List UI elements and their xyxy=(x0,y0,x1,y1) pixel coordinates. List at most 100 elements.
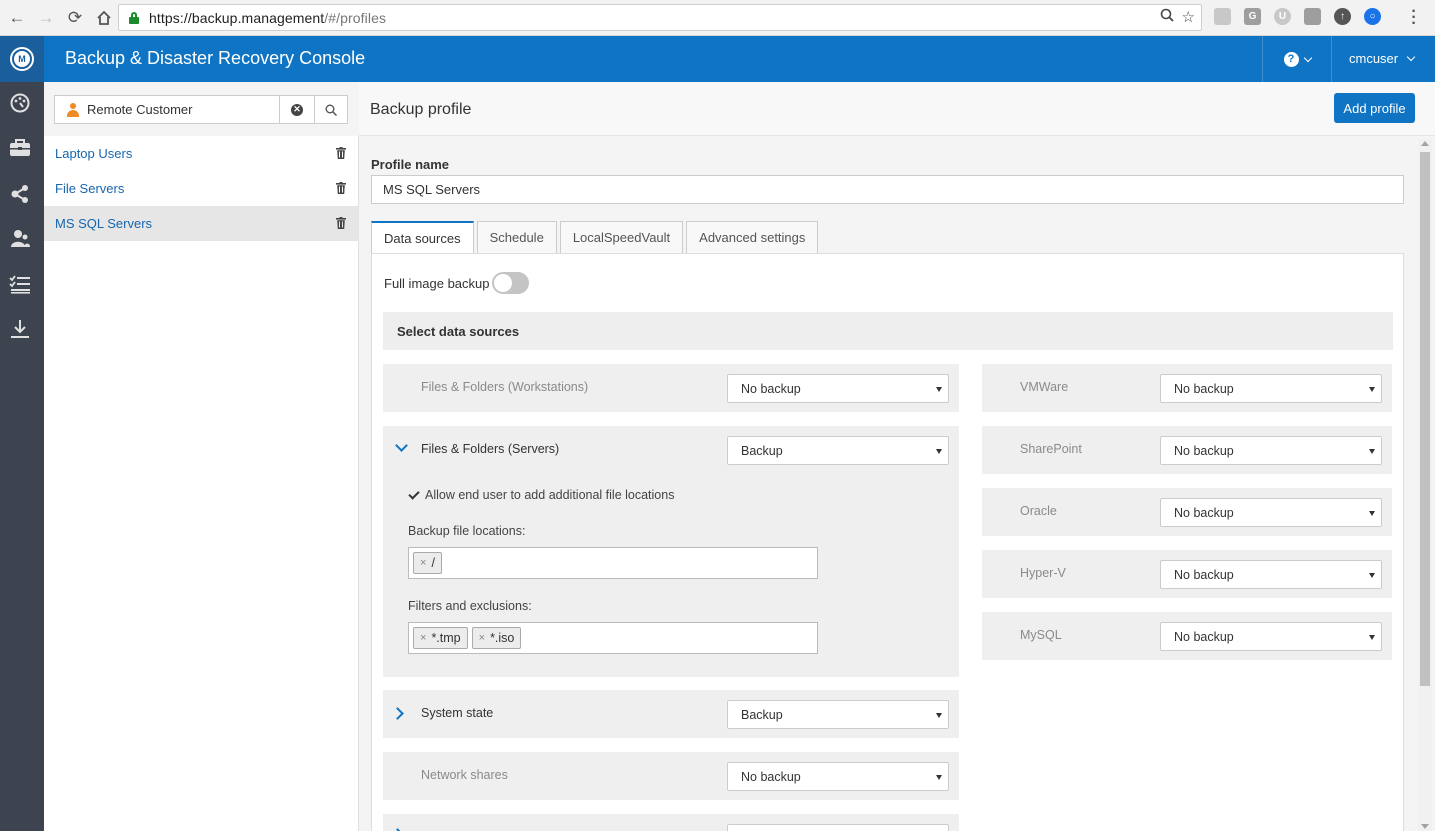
download-icon[interactable] xyxy=(9,318,31,340)
clear-button[interactable]: ✕ xyxy=(279,95,315,124)
location-tag: × / xyxy=(413,552,442,574)
person-icon xyxy=(67,102,79,117)
dashboard-icon[interactable] xyxy=(9,92,31,114)
filter-tag: × *.tmp xyxy=(413,627,468,649)
chevron-down-icon[interactable] xyxy=(395,439,408,452)
app-title: Backup & Disaster Recovery Console xyxy=(65,48,366,68)
forward-icon[interactable]: → xyxy=(33,5,59,31)
browser-menu-icon[interactable]: · · · xyxy=(1410,4,1418,32)
allow-end-user-label: Allow end user to add additional file lo… xyxy=(425,488,675,502)
extension-shield-icon[interactable] xyxy=(1304,8,1321,25)
profile-item[interactable]: File Servers xyxy=(44,171,359,206)
data-source-name: Network shares xyxy=(421,768,508,782)
select-value: Backup xyxy=(741,443,783,458)
chevron-down-icon xyxy=(1406,52,1416,62)
reload-icon[interactable]: ⟳ xyxy=(62,5,88,31)
bookmark-star-icon[interactable]: ☆ xyxy=(1182,8,1195,26)
select-value: No backup xyxy=(1174,505,1234,520)
file-locations-input[interactable]: × / xyxy=(408,547,818,579)
lock-icon xyxy=(129,11,139,24)
remove-tag-icon[interactable]: × xyxy=(420,557,426,569)
search-button[interactable] xyxy=(314,95,348,124)
backup-select[interactable]: No backup xyxy=(727,762,949,791)
backup-select[interactable]: No backup xyxy=(1160,560,1382,589)
add-profile-button[interactable]: Add profile xyxy=(1334,93,1415,123)
remove-tag-icon[interactable]: × xyxy=(420,632,426,644)
tab-localspeedvault[interactable]: LocalSpeedVault xyxy=(559,221,684,254)
data-source-name: VMWare xyxy=(1020,380,1069,394)
backup-select[interactable]: No backup xyxy=(1160,374,1382,403)
backup-select[interactable]: No backup xyxy=(1160,498,1382,527)
select-value: No backup xyxy=(1174,567,1234,582)
tab-advanced-settings[interactable]: Advanced settings xyxy=(686,221,819,254)
scroll-down-icon[interactable] xyxy=(1421,824,1429,829)
extension-upload-icon[interactable]: ↑ xyxy=(1334,8,1351,25)
data-source-name: MySQL xyxy=(1020,628,1062,642)
share-icon[interactable] xyxy=(9,183,31,205)
caret-down-icon xyxy=(1369,635,1375,640)
scroll-up-icon[interactable] xyxy=(1421,141,1429,146)
tab-schedule[interactable]: Schedule xyxy=(476,221,557,254)
caret-down-icon xyxy=(936,713,942,718)
tab-bar: Data sources Schedule LocalSpeedVault Ad… xyxy=(371,221,821,254)
tag-text: *.iso xyxy=(490,631,515,645)
home-icon[interactable] xyxy=(91,5,117,31)
trash-icon[interactable] xyxy=(336,182,346,194)
data-source-name: System state xyxy=(421,706,494,720)
trash-icon[interactable] xyxy=(336,147,346,159)
back-icon[interactable]: ← xyxy=(4,5,30,31)
chevron-right-icon[interactable] xyxy=(391,707,404,720)
backup-select[interactable]: No backup xyxy=(1160,622,1382,651)
backup-select[interactable]: No backup xyxy=(1160,436,1382,465)
address-bar[interactable]: https://backup.management/#/profiles ☆ xyxy=(118,4,1202,31)
customer-input[interactable]: Remote Customer xyxy=(54,95,280,124)
backup-select[interactable] xyxy=(727,824,949,831)
data-source-row: SharePoint No backup xyxy=(982,426,1392,474)
profiles-panel: Remote Customer ✕ Laptop Users File Serv… xyxy=(44,82,359,831)
briefcase-icon[interactable] xyxy=(9,137,31,159)
app-header: M Backup & Disaster Recovery Console ? c… xyxy=(0,36,1435,82)
caret-down-icon xyxy=(1369,449,1375,454)
users-icon[interactable] xyxy=(9,227,31,249)
checklist-icon[interactable] xyxy=(9,273,31,295)
data-source-row: VMWare No backup xyxy=(982,364,1392,412)
profile-name-input[interactable]: MS SQL Servers xyxy=(371,175,1404,204)
extension-table-icon[interactable] xyxy=(1214,8,1231,25)
data-source-row: Network shares No backup xyxy=(383,752,959,800)
data-source-row-partial xyxy=(383,814,959,831)
remove-tag-icon[interactable]: × xyxy=(479,632,485,644)
filters-label: Filters and exclusions: xyxy=(408,599,532,613)
profile-item-active[interactable]: MS SQL Servers xyxy=(44,206,359,241)
extension-circle-icon[interactable]: ○ xyxy=(1364,8,1381,25)
scrollbar[interactable] xyxy=(1418,139,1432,831)
allow-end-user-checkbox[interactable]: Allow end user to add additional file lo… xyxy=(408,488,674,502)
search-icon xyxy=(325,104,337,116)
full-image-label: Full image backup xyxy=(384,276,490,291)
help-menu-button[interactable]: ? xyxy=(1262,36,1332,82)
data-source-row: MySQL No backup xyxy=(982,612,1392,660)
tab-data-sources[interactable]: Data sources xyxy=(371,221,474,254)
scrollbar-thumb[interactable] xyxy=(1420,152,1430,686)
filters-input[interactable]: × *.tmp × *.iso xyxy=(408,622,818,654)
profile-item[interactable]: Laptop Users xyxy=(44,136,359,171)
logo[interactable]: M xyxy=(0,36,44,82)
browser-toolbar: ← → ⟳ https://backup.management/#/profil… xyxy=(0,0,1435,36)
customer-value: Remote Customer xyxy=(87,102,193,117)
caret-down-icon xyxy=(936,449,942,454)
backup-select[interactable]: Backup xyxy=(727,700,949,729)
extension-u-icon[interactable]: U xyxy=(1274,8,1291,25)
full-image-toggle[interactable] xyxy=(492,272,529,294)
help-icon: ? xyxy=(1283,51,1299,67)
user-menu-button[interactable]: cmcuser xyxy=(1349,51,1416,66)
data-source-name: SharePoint xyxy=(1020,442,1082,456)
extension-g-icon[interactable]: G xyxy=(1244,8,1261,25)
select-value: No backup xyxy=(1174,443,1234,458)
data-source-row: Oracle No backup xyxy=(982,488,1392,536)
backup-select[interactable]: No backup xyxy=(727,374,949,403)
url-path: /#/profiles xyxy=(324,9,387,26)
backup-select[interactable]: Backup xyxy=(727,436,949,465)
zoom-icon[interactable] xyxy=(1160,8,1174,26)
user-name: cmcuser xyxy=(1349,51,1399,66)
trash-icon[interactable] xyxy=(336,217,346,229)
select-value: No backup xyxy=(741,381,801,396)
